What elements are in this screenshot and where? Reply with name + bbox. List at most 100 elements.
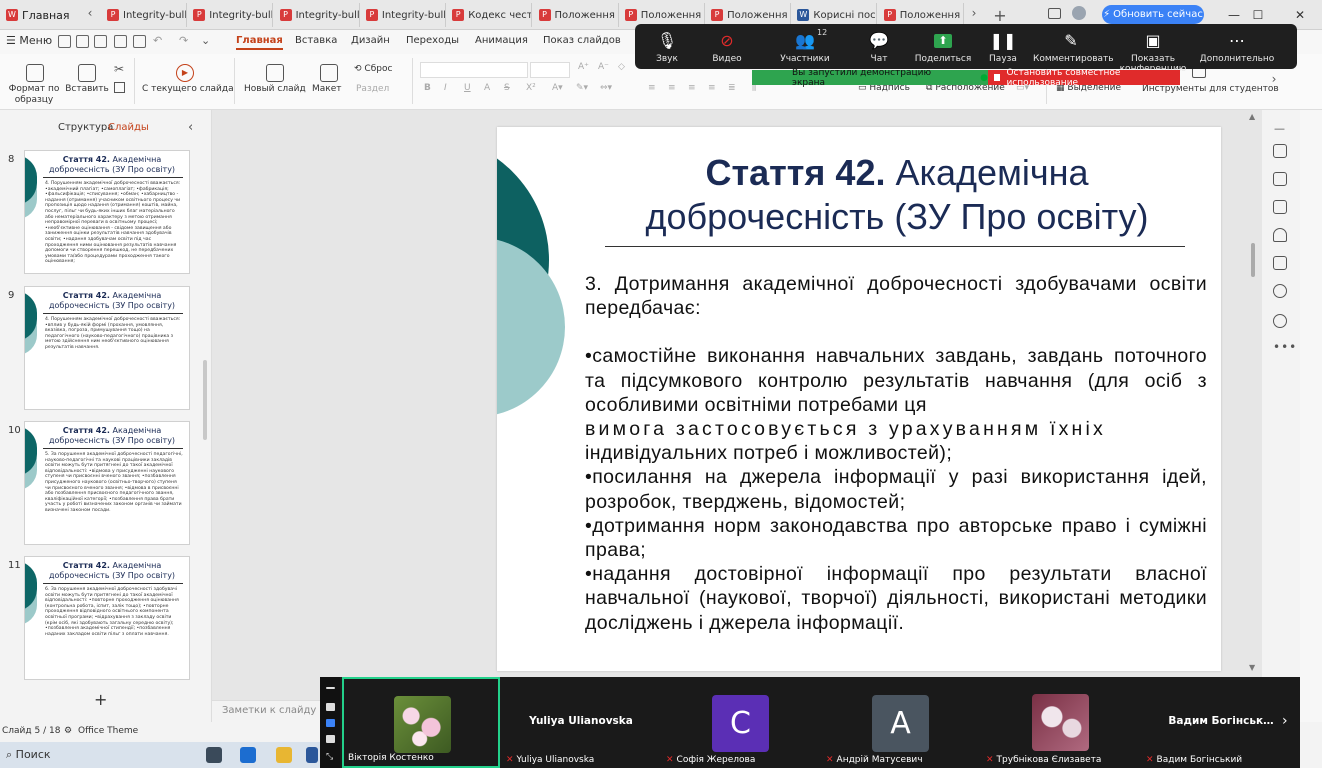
menu-tab[interactable]: Главная bbox=[236, 35, 283, 50]
increase-font-icon[interactable]: A⁺ bbox=[578, 62, 589, 72]
zoom-show-meeting-button[interactable]: ▣ Показать конференцию bbox=[1103, 24, 1203, 74]
history-icon[interactable] bbox=[1273, 284, 1287, 298]
zoom-annotate-button[interactable]: ✎ Комментировать bbox=[1033, 24, 1114, 69]
clear-format-icon[interactable]: ◇ bbox=[618, 62, 625, 72]
new-slide-button[interactable]: Новый слайд bbox=[244, 84, 306, 94]
tab-scroll-left-icon[interactable]: ‹ bbox=[82, 6, 98, 24]
window-layout-icon[interactable] bbox=[1048, 8, 1061, 19]
taskbar-search[interactable]: ⌕ Поиск bbox=[6, 748, 51, 762]
slide-thumbnail[interactable]: Стаття 42. Академічна доброчесність (ЗУ … bbox=[24, 150, 190, 274]
task-view-icon[interactable] bbox=[206, 747, 222, 763]
font-family-select[interactable] bbox=[420, 62, 528, 78]
menu-tab[interactable]: Дизайн bbox=[351, 35, 390, 46]
format-painter-button[interactable]: Формат по образцу bbox=[6, 84, 62, 106]
animation-icon[interactable] bbox=[1273, 172, 1287, 186]
window-scrollbar[interactable] bbox=[1300, 110, 1322, 722]
text-shadow-icon[interactable]: A bbox=[484, 83, 490, 93]
new-tab-icon[interactable]: + bbox=[992, 6, 1008, 25]
zoom-share-screen-button[interactable]: ⬆ Поделиться bbox=[911, 24, 975, 69]
minimize-icon[interactable]: — bbox=[1224, 5, 1244, 25]
zoom-microphone-button[interactable]: 🎙 Звук bbox=[635, 24, 699, 69]
layout-button[interactable]: Макет bbox=[312, 84, 342, 94]
justify-icon[interactable]: ≡ bbox=[708, 83, 716, 93]
user-avatar-icon[interactable] bbox=[1072, 6, 1086, 20]
open-folder-icon[interactable] bbox=[58, 35, 71, 48]
view-grid-icon[interactable] bbox=[326, 735, 335, 743]
slide-canvas-scrollbar[interactable] bbox=[1251, 243, 1255, 277]
superscript-icon[interactable]: X² bbox=[526, 83, 536, 93]
menu-tab[interactable]: Переходы bbox=[406, 35, 459, 46]
zoom-more-button[interactable]: ⋯ Дополнительно bbox=[1195, 24, 1279, 69]
doc-tab[interactable]: P Integrity-bulle bbox=[189, 3, 274, 27]
view-strip-icon[interactable] bbox=[326, 719, 335, 727]
gallery-next-icon[interactable]: › bbox=[1282, 713, 1288, 729]
collapse-rail-icon[interactable]: — bbox=[1274, 122, 1285, 135]
tab-scroll-right-icon[interactable]: › bbox=[966, 6, 982, 24]
save-icon[interactable] bbox=[76, 35, 89, 48]
scroll-up-icon[interactable]: ▲ bbox=[1249, 112, 1255, 121]
settings-sliders-icon[interactable] bbox=[1273, 256, 1287, 270]
close-icon[interactable]: ✕ bbox=[1290, 5, 1310, 25]
doc-tab[interactable]: P Integrity-bulle bbox=[103, 3, 187, 27]
participant-tile[interactable]: Вадим Богінськ… ✕ Вадим Богінський bbox=[1142, 677, 1300, 768]
bold-icon[interactable]: B bbox=[424, 83, 431, 93]
expand-gallery-icon[interactable]: ⤡ bbox=[326, 753, 335, 762]
tab-slides[interactable]: Слайды bbox=[108, 122, 149, 133]
menu-tab[interactable]: Показ слайдов bbox=[543, 35, 621, 46]
home-tab[interactable]: W Главная bbox=[0, 2, 78, 28]
update-now-button[interactable]: ⚡ Обновить сейчас bbox=[1102, 5, 1204, 24]
mail-icon[interactable] bbox=[240, 747, 256, 763]
decrease-font-icon[interactable]: A⁻ bbox=[598, 62, 609, 72]
magic-icon[interactable] bbox=[1273, 144, 1287, 158]
doc-tab[interactable]: P Integrity-bulle bbox=[276, 3, 360, 27]
tab-structure[interactable]: Структура bbox=[58, 122, 113, 133]
zoom-video-off-button[interactable]: ⊘ Видео bbox=[695, 24, 759, 69]
align-right-icon[interactable]: ≡ bbox=[688, 83, 696, 93]
doc-tab[interactable]: P Положення п bbox=[535, 3, 619, 27]
print-icon[interactable] bbox=[114, 35, 127, 48]
menu-tab[interactable]: Вставка bbox=[295, 35, 337, 46]
menu-tab[interactable]: Анимация bbox=[475, 35, 528, 46]
layout-panel-icon[interactable] bbox=[1273, 200, 1287, 214]
maximize-icon[interactable]: ☐ bbox=[1248, 5, 1268, 25]
strikethrough-icon[interactable]: S bbox=[504, 83, 510, 93]
font-size-select[interactable] bbox=[530, 62, 570, 78]
paste-button[interactable]: Вставить bbox=[64, 84, 110, 94]
font-color-icon[interactable]: A▾ bbox=[552, 83, 563, 93]
zoom-chat-button[interactable]: 💬 Чат bbox=[847, 24, 911, 69]
file-explorer-icon[interactable] bbox=[276, 747, 292, 763]
stop-share-button[interactable]: Остановить совместное использование bbox=[988, 68, 1180, 88]
highlight-icon[interactable]: ✎▾ bbox=[576, 83, 588, 93]
participant-tile[interactable]: ✕ Трубнікова Єлизавета bbox=[982, 677, 1140, 768]
doc-tab[interactable]: P Integrity-bulle bbox=[362, 3, 446, 27]
slide-body-text[interactable]: 3. Дотримання академічної доброчесності … bbox=[585, 272, 1207, 635]
slide-title[interactable]: Стаття 42. Академічна доброчесність (ЗУ … bbox=[617, 151, 1177, 239]
align-center-icon[interactable]: ≡ bbox=[668, 83, 676, 93]
participant-tile[interactable]: Yuliya Ulianovska ✕ Yuliya Ulianovska bbox=[502, 677, 660, 768]
add-slide-icon[interactable]: + bbox=[94, 690, 107, 709]
collapse-pane-icon[interactable]: ‹ bbox=[188, 120, 193, 135]
slide-thumbnail[interactable]: Стаття 42. Академічна доброчесність (ЗУ … bbox=[24, 556, 190, 680]
star-icon[interactable] bbox=[1273, 228, 1287, 242]
participant-tile[interactable]: Вікторія Костенко bbox=[342, 677, 500, 768]
zoom-participants-button[interactable]: 👥 Участники 12 bbox=[763, 24, 847, 69]
distribute-icon[interactable]: ≣ bbox=[728, 83, 736, 93]
participant-tile[interactable]: А ✕ Андрій Матусевич bbox=[822, 677, 980, 768]
zoom-pause-button[interactable]: ❚❚ Пауза bbox=[975, 24, 1031, 69]
align-left-icon[interactable]: ≡ bbox=[648, 83, 656, 93]
from-current-slide-button[interactable]: С текущего слайда bbox=[142, 84, 234, 94]
word-icon[interactable] bbox=[306, 747, 318, 763]
export-pdf-icon[interactable] bbox=[94, 35, 107, 48]
ribbon-scroll-right-icon[interactable]: › bbox=[1266, 72, 1282, 92]
cut-icon[interactable]: ✂ bbox=[114, 62, 124, 76]
redo-icon[interactable]: ↷ bbox=[179, 34, 188, 47]
slide-thumbnail[interactable]: Стаття 42. Академічна доброчесність (ЗУ … bbox=[24, 421, 190, 545]
theme-name[interactable]: Office Theme bbox=[78, 726, 138, 736]
copy-icon[interactable] bbox=[114, 82, 125, 93]
quick-access-dropdown-icon[interactable]: ⌄ bbox=[201, 34, 210, 47]
doc-tab[interactable]: PКодекс честі т bbox=[448, 3, 533, 27]
more-dots-icon[interactable]: ••• bbox=[1273, 340, 1297, 354]
underline-icon[interactable]: U bbox=[464, 83, 471, 93]
participant-tile[interactable]: С ✕ Софія Жерелова bbox=[662, 677, 820, 768]
print-preview-icon[interactable] bbox=[133, 35, 146, 48]
